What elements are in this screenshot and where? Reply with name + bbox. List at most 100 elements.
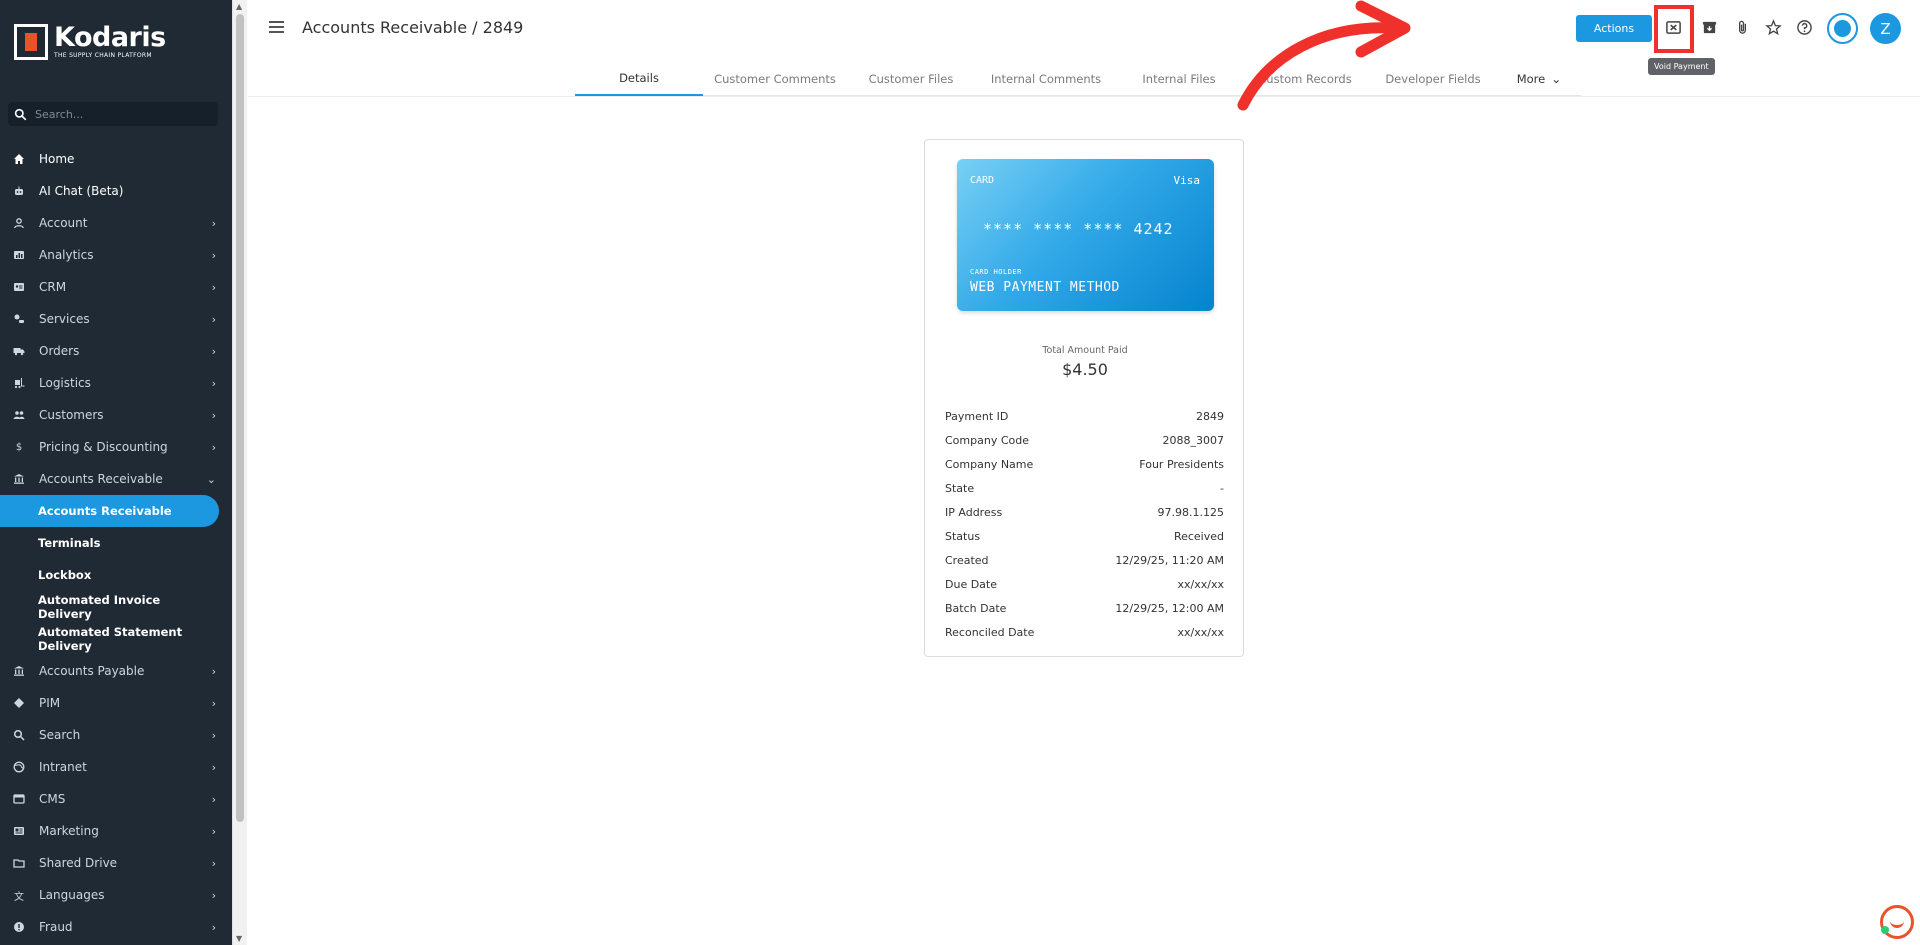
annotation-arrow (1237, 0, 1411, 111)
user-icon (13, 217, 25, 229)
sidebar-subitem-accounts-receivable[interactable]: Accounts Receivable (0, 495, 219, 527)
chevron-right-icon: › (211, 376, 216, 390)
sidebar-item-label: Accounts Payable (39, 664, 145, 678)
sidebar-item-label: Marketing (39, 824, 99, 838)
sidebar-item-services[interactable]: Services › (0, 303, 232, 335)
home-icon (13, 153, 25, 165)
sidebar-item-marketing[interactable]: Marketing › (0, 815, 232, 847)
sidebar-item-accounts-payable[interactable]: Accounts Payable › (0, 655, 232, 687)
logo-tagline: THE SUPPLY CHAIN PLATFORM (54, 52, 152, 59)
sidebar-item-home[interactable]: Home (0, 143, 232, 175)
sidebar-item-accounts-receivable[interactable]: Accounts Receivable ⌄ (0, 463, 232, 495)
forklift-icon (13, 377, 25, 389)
sidebar-item-search[interactable]: Search › (0, 719, 232, 751)
ai-assistant-icon[interactable] (1827, 13, 1858, 44)
detail-label: Payment ID (945, 409, 1009, 423)
chevron-down-icon: ⌄ (1551, 72, 1562, 86)
sidebar-item-analytics[interactable]: Analytics › (0, 239, 232, 271)
chevron-right-icon: › (211, 888, 216, 902)
detail-value: xx/xx/xx (1177, 577, 1224, 591)
menu-hamburger-icon[interactable] (269, 21, 284, 33)
total-amount-label: Total Amount Paid (1042, 345, 1128, 356)
detail-label: Batch Date (945, 601, 1007, 615)
star-icon[interactable] (1764, 18, 1783, 37)
actions-button[interactable]: Actions (1576, 15, 1652, 42)
sidebar-item-orders[interactable]: Orders › (0, 335, 232, 367)
truck-icon (13, 345, 25, 357)
chevron-right-icon: › (211, 344, 216, 358)
tab-more-label: More (1516, 72, 1546, 86)
paperclip-icon[interactable] (1733, 18, 1752, 37)
user-avatar[interactable]: Z (1870, 13, 1901, 44)
sidebar-subitem-label: Accounts Receivable (38, 504, 172, 518)
tab-customer-comments[interactable]: Customer Comments (703, 62, 847, 96)
sidebar-item-label: Pricing & Discounting (39, 440, 168, 454)
tab-internal-comments[interactable]: Internal Comments (975, 62, 1117, 96)
sidebar-item-label: PIM (39, 696, 61, 710)
sidebar-subitem-automated-statement-delivery[interactable]: Automated Statement Delivery (0, 623, 232, 655)
sidebar-item-label: Shared Drive (39, 856, 118, 870)
contact-card-icon (13, 281, 25, 293)
detail-row: Status Received (945, 524, 1224, 548)
cms-icon (13, 793, 25, 805)
tab-details[interactable]: Details (575, 62, 703, 96)
detail-row: Reconciled Date xx/xx/xx (945, 620, 1224, 644)
top-bar: Accounts Receivable / 2849 Actions Z Voi… (248, 0, 1920, 75)
sidebar-item-logistics[interactable]: Logistics › (0, 367, 232, 399)
sidebar-subitem-automated-invoice-delivery[interactable]: Automated Invoice Delivery (0, 591, 232, 623)
detail-value: Received (1173, 529, 1224, 543)
sidebar-item-account[interactable]: Account › (0, 207, 232, 239)
sidebar-subitem-lockbox[interactable]: Lockbox (0, 559, 232, 591)
sidebar-subitem-terminals[interactable]: Terminals (0, 527, 232, 559)
search-icon (13, 729, 25, 741)
chevron-right-icon: › (211, 216, 216, 230)
scroll-up-arrow-icon[interactable]: ▲ (236, 2, 242, 11)
tab-customer-files[interactable]: Customer Files (847, 62, 975, 96)
chevron-right-icon: › (211, 664, 216, 678)
sidebar-item-languages[interactable]: 文 Languages › (0, 879, 232, 911)
detail-value: 12/29/25, 11:20 AM (1115, 553, 1224, 567)
sidebar-item-pim[interactable]: PIM › (0, 687, 232, 719)
void-payment-highlight (1654, 5, 1694, 53)
kodaris-logo[interactable]: Kodaris THE SUPPLY CHAIN PLATFORM (14, 24, 166, 60)
sidebar-item-label: Intranet (39, 760, 87, 774)
sidebar-item-fraud[interactable]: Fraud › (0, 911, 232, 943)
tab-more[interactable]: More ⌄ (1497, 62, 1581, 96)
detail-row: Company Name Four Presidents (945, 452, 1224, 476)
alert-icon (13, 921, 25, 933)
sidebar-item-cms[interactable]: CMS › (0, 783, 232, 815)
detail-value: Four Presidents (1139, 457, 1224, 471)
archive-icon[interactable] (1700, 18, 1719, 37)
sidebar-item-customers[interactable]: Customers › (0, 399, 232, 431)
tag-icon (13, 697, 25, 709)
online-status-dot (1881, 926, 1889, 934)
scroll-thumb[interactable] (236, 14, 244, 822)
sidebar-search-input[interactable] (35, 107, 205, 121)
sidebar-item-label: Fraud (39, 920, 73, 934)
chevron-right-icon: › (211, 312, 216, 326)
main-content: Accounts Receivable / 2849 Actions Z Voi… (248, 0, 1920, 945)
newspaper-icon (13, 825, 25, 837)
bank-icon (13, 665, 25, 677)
chevron-right-icon: › (211, 856, 216, 870)
sidebar-item-label: Account (39, 216, 88, 230)
sidebar-item-crm[interactable]: CRM › (0, 271, 232, 303)
sidebar-item-shared-drive[interactable]: Shared Drive › (0, 847, 232, 879)
detail-label: Company Code (945, 433, 1029, 447)
sidebar-item-ai-chat[interactable]: AI Chat (Beta) (0, 175, 232, 207)
chat-widget-icon[interactable] (1880, 905, 1914, 939)
chevron-right-icon: › (211, 280, 216, 294)
help-icon[interactable] (1795, 18, 1814, 37)
sidebar-item-label: AI Chat (Beta) (39, 184, 124, 198)
tab-internal-files[interactable]: Internal Files (1117, 62, 1241, 96)
detail-row: IP Address 97.98.1.125 (945, 500, 1224, 524)
sidebar-item-label: Search (39, 728, 81, 742)
dollar-icon: $ (15, 441, 23, 453)
scroll-down-arrow-icon[interactable]: ▼ (236, 934, 242, 943)
sidebar-scrollbar[interactable]: ▲ ▼ (232, 0, 247, 945)
payment-details-list: Payment ID 2849 Company Code 2088_3007 Com… (945, 404, 1224, 644)
sidebar-item-pricing[interactable]: $ Pricing & Discounting › (0, 431, 232, 463)
detail-value: 12/29/25, 12:00 AM (1115, 601, 1224, 615)
sidebar-item-intranet[interactable]: Intranet › (0, 751, 232, 783)
detail-value: - (1220, 481, 1224, 495)
